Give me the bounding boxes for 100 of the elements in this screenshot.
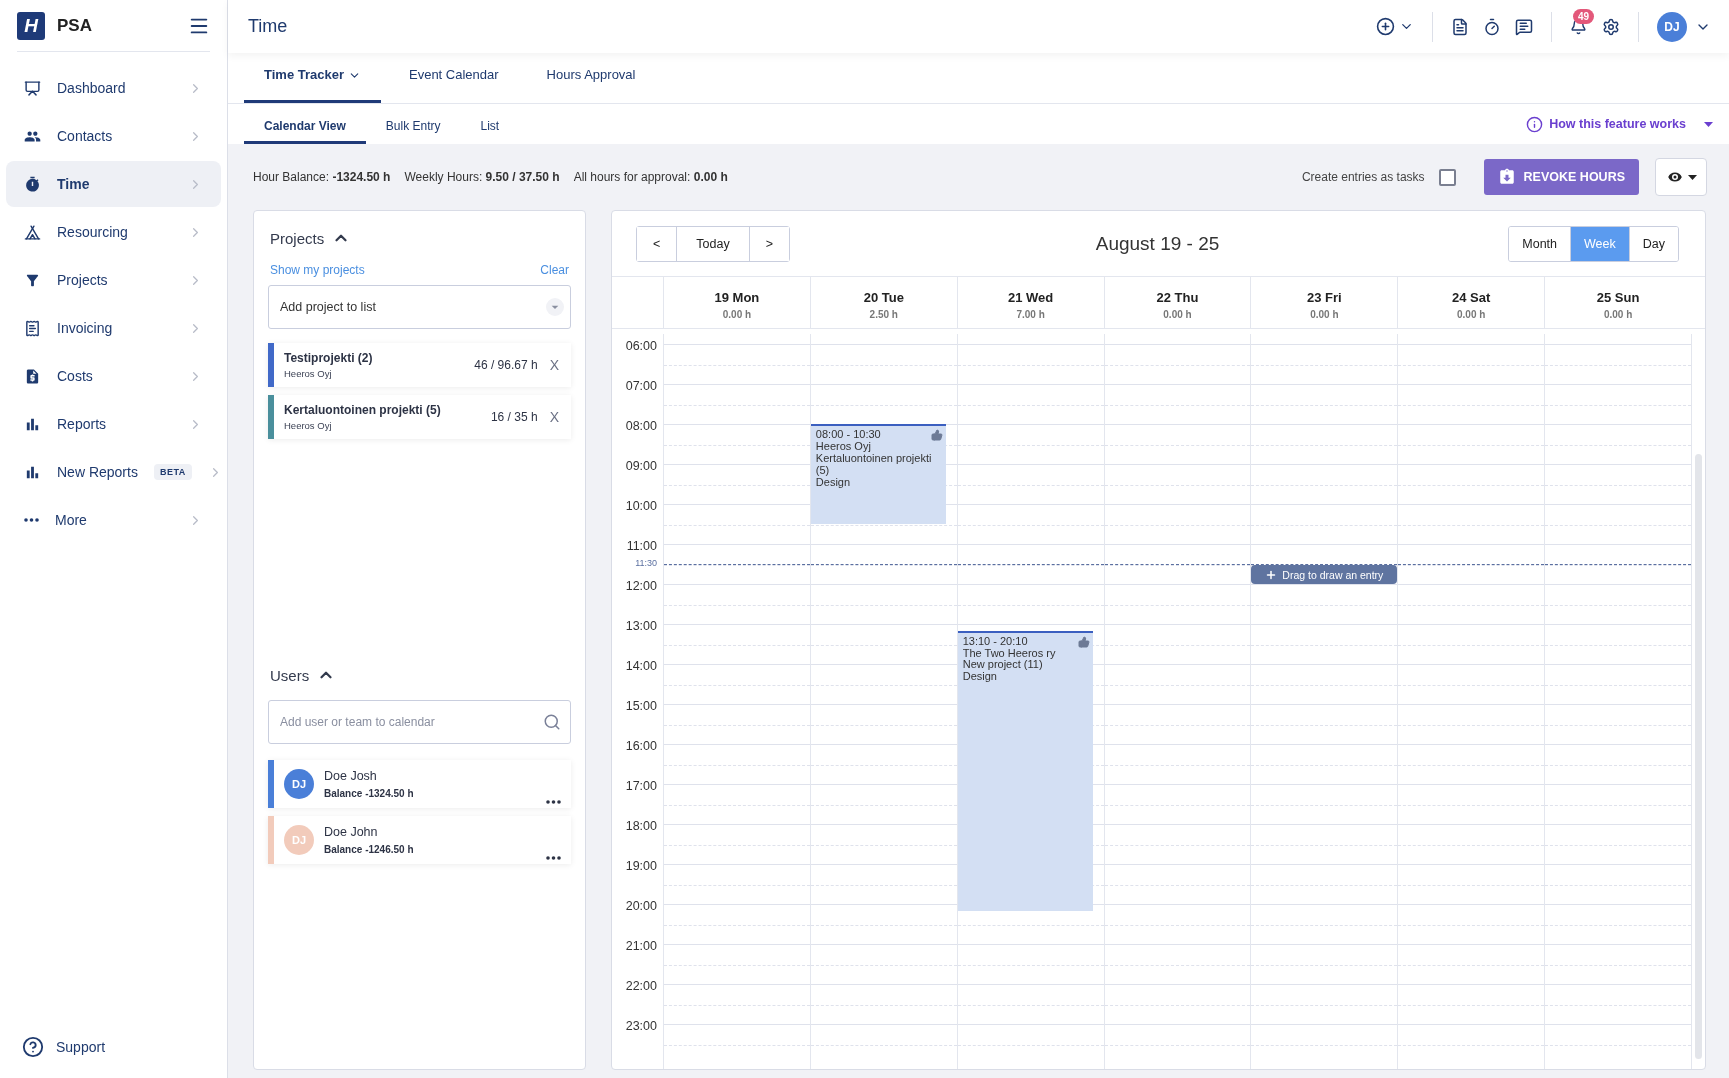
day-name: 24 Sat [1452,290,1491,305]
user-avatar: DJ [284,769,314,799]
entry-time: 13:10 - 20:10 [962,635,1029,648]
entry-detail: Heeros Oyj [815,440,872,453]
presentation-chart-icon [24,79,41,97]
hour-label: 20:00 [625,899,657,913]
visibility-button[interactable] [1655,158,1707,196]
show-my-projects-link[interactable]: Show my projects [270,263,365,277]
stat-text: Hour Balance: -1324.50 h [253,170,391,184]
hour-label: 17:00 [625,779,657,793]
hour-label: 14:00 [625,659,657,673]
plus-icon [1265,568,1278,581]
stopwatch-icon [24,175,41,193]
day-name: 23 Fri [1307,290,1342,305]
clear-link[interactable]: Clear [540,263,569,277]
remove-button[interactable]: X [547,409,561,425]
day-total: 7.00 h [1016,309,1045,320]
revoke-hours-button[interactable]: REVOKE HOURS [1483,159,1639,195]
sidebar-item[interactable]: More [6,497,221,543]
hour-label: 18:00 [625,819,657,833]
sidebar-item[interactable]: Projects [6,257,221,303]
more-icon [546,856,561,860]
more-button[interactable] [546,856,561,860]
scrollbar[interactable] [1695,454,1702,1059]
invoice-document-icon [24,367,41,385]
sidebar-item[interactable]: Costs [6,353,221,399]
hour-label: 19:00 [625,859,657,873]
day-total: 0.00 h [1163,309,1192,320]
more-icon [546,800,561,804]
support-link[interactable]: Support [22,1036,227,1058]
day-total: 0.00 h [1310,309,1339,320]
clipboard-icon [1497,168,1516,186]
company-name: Heeros Oyj [284,420,333,431]
user-balance: Balance -1324.50 h [324,788,415,799]
tent-icon [24,223,41,241]
notification-badge: 49 [1572,9,1594,24]
hour-label: 07:00 [625,379,657,393]
sidebar-item[interactable]: Invoicing [6,305,221,351]
day-name: 21 Wed [1008,290,1054,305]
day-total: 0.00 h [1457,309,1486,320]
hour-label: 11:00 [626,539,657,553]
beta-badge: BETA [153,464,192,480]
project-hours: 46 / 96.67 h [474,358,538,372]
user-name: Doe John [324,825,379,839]
day-name: 22 Thu [1156,290,1199,305]
day-total: 0.00 h [1603,309,1633,320]
tab[interactable]: Event Calendar [389,67,519,103]
logo-mark: H [17,11,45,40]
user-search-field[interactable]: Add user or team to calendar [268,700,571,744]
caret-icon [1687,174,1697,180]
hour-label: 10:00 [625,499,657,513]
company-name: Heeros Oyj [284,368,333,379]
view-toggle[interactable]: Day [1628,226,1678,261]
hour-label: 08:00 [625,419,657,433]
sidebar-item[interactable]: Dashboard [6,65,221,111]
hour-label: 09:00 [625,459,657,473]
entry-detail: New project (11) [962,659,1044,672]
sub-tab[interactable]: Bulk Entry [365,112,461,144]
chat-icon[interactable] [1514,17,1533,36]
stat-text: Weekly Hours: 9.50 / 37.50 h [404,170,560,184]
app-name: PSA [57,15,92,36]
hour-label: 13:00 [625,619,657,633]
stat-text: All hours for approval: 0.00 h [573,170,728,184]
hour-label: 12:00 [625,579,657,593]
hour-label: 22:00 [625,979,657,993]
current-time-label: 11:30 [635,558,657,568]
calendar-title: August 19 - 25 [1094,232,1221,255]
sidebar-item[interactable]: Contacts [6,113,221,159]
sidebar-item[interactable]: New Reports BETA [6,449,221,495]
checkbox[interactable] [1438,168,1456,186]
help-icon [22,1036,44,1058]
day-total: 2.50 h [869,309,898,320]
sub-tab[interactable]: List [460,112,520,144]
project-hours: 16 / 35 h [490,410,538,424]
project-select[interactable]: Add project to list [268,285,571,329]
tab[interactable]: Hours Approval [526,67,656,103]
stopwatch-icon[interactable] [1482,17,1501,36]
help-link[interactable]: How this feature works [1526,115,1713,133]
draw-entry-hint[interactable]: Drag to draw an entry [1251,565,1398,584]
sidebar-item[interactable]: Resourcing [6,209,221,255]
settings-icon[interactable] [1602,17,1620,36]
time-entry[interactable]: 13:10 - 20:10 The Two Heeros ry New project (11) Design [957,630,1094,911]
user-balance: Balance -1246.50 h [324,844,415,855]
sub-tab[interactable]: Calendar View [244,112,366,144]
time-entry[interactable]: 08:00 - 10:30 Heeros Oyj Kertaluontoinen projekti (5) Design [810,424,947,524]
day-name: 19 Mon [714,290,760,305]
project-name: Testiprojekti (2) [284,351,374,365]
sidebar-item[interactable]: Reports [6,401,221,447]
entry-detail: Design [815,476,852,489]
remove-button[interactable]: X [547,357,561,373]
info-icon [1526,115,1544,133]
document-icon[interactable] [1450,17,1469,36]
user-avatar[interactable]: DJ [1657,11,1687,42]
plus-circle-icon [1375,17,1395,36]
sidebar-item[interactable]: Time [6,161,221,207]
next-button[interactable]: > [748,226,789,261]
hour-label: 16:00 [625,739,657,753]
section-title: Users [270,666,310,684]
more-button[interactable] [546,800,561,804]
add-menu-button[interactable] [1375,17,1414,36]
